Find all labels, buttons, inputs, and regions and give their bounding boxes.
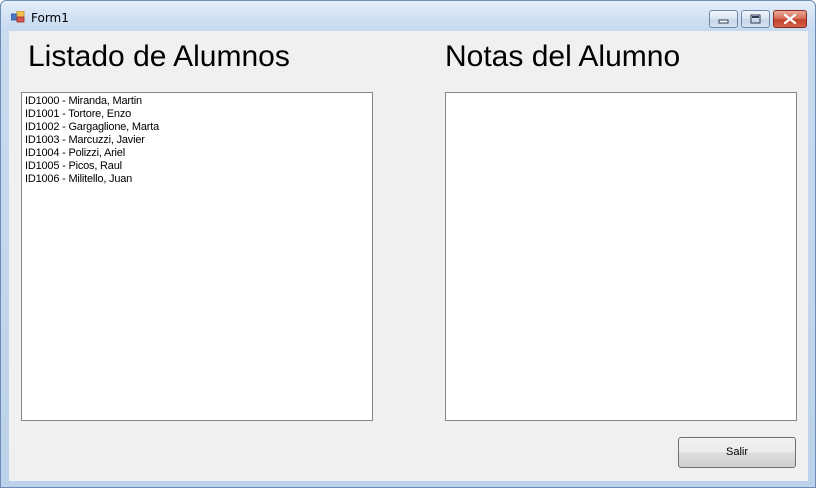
list-item[interactable]: ID1006 - Militello, Juan [22,173,372,186]
window-title: Form1 [31,11,69,25]
list-item[interactable]: ID1005 - Picos, Raul [22,160,372,173]
grades-listbox[interactable] [445,92,797,421]
list-item[interactable]: ID1004 - Polizzi, Ariel [22,147,372,160]
list-item[interactable]: ID1000 - Miranda, Martin [22,95,372,108]
student-grades-heading: Notas del Alumno [445,40,681,73]
exit-button[interactable]: Salir [678,437,796,468]
list-item[interactable]: ID1002 - Gargaglione, Marta [22,121,372,134]
maximize-icon [750,14,761,24]
students-listbox[interactable]: ID1000 - Miranda, Martin ID1001 - Tortor… [21,92,373,421]
maximize-button[interactable] [741,10,770,28]
title-bar[interactable]: Form1 [1,1,815,31]
minimize-button[interactable] [709,10,738,28]
app-window: Form1 Listado de Alumnos Notas del Alumn… [0,0,816,488]
close-icon [783,13,797,25]
close-button[interactable] [773,10,807,28]
minimize-icon [718,19,729,24]
list-item[interactable]: ID1001 - Tortore, Enzo [22,108,372,121]
app-icon [11,11,25,23]
students-list-heading: Listado de Alumnos [28,40,290,73]
form-client-area: Listado de Alumnos Notas del Alumno ID10… [9,31,808,481]
list-item[interactable]: ID1003 - Marcuzzi, Javier [22,134,372,147]
